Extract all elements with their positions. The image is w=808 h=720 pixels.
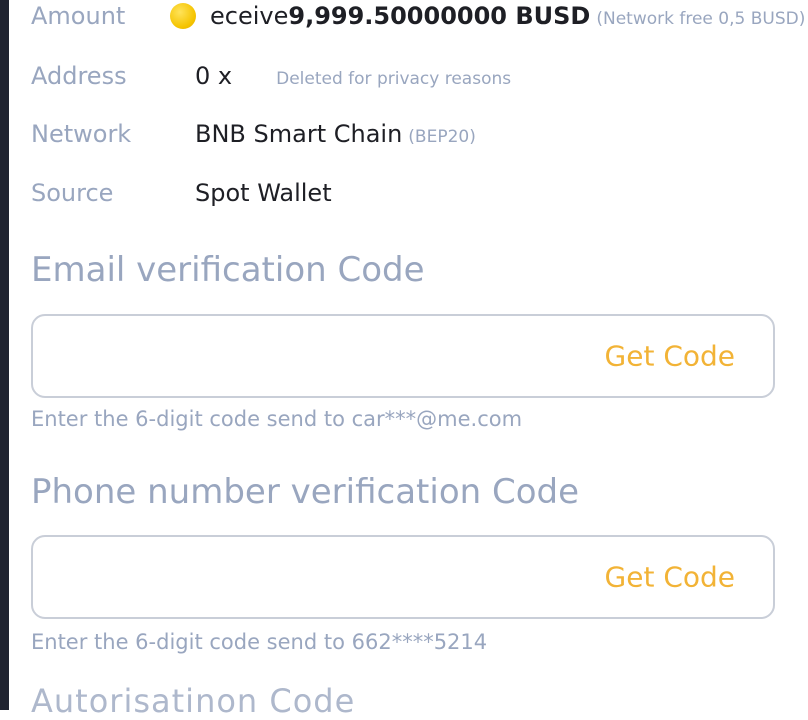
amount-label: Amount [31, 2, 126, 30]
coin-icon [170, 3, 196, 29]
address-label: Address [31, 62, 127, 90]
network-standard: (BEP20) [408, 127, 476, 147]
left-edge-bar [0, 0, 9, 710]
amount-network-fee: (Network free 0,5 BUSD) [596, 9, 806, 29]
address-privacy-note: Deleted for privacy reasons [276, 69, 512, 89]
network-text: BNB Smart Chain [195, 120, 403, 148]
amount-prefix: eceive [210, 2, 289, 30]
address-text: 0 x [195, 62, 233, 90]
address-value: 0 x Deleted for privacy reasons [195, 62, 511, 90]
email-code-input[interactable]: Get Code [31, 314, 775, 398]
source-label: Source [31, 179, 114, 207]
amount-bold: 9,999.50000000 BUSD [288, 2, 591, 30]
phone-code-hint: Enter the 6-digit code send to 662****52… [31, 630, 488, 654]
phone-get-code-button[interactable]: Get Code [605, 561, 735, 594]
email-code-hint: Enter the 6-digit code send to car***@me… [31, 407, 523, 431]
network-value: BNB Smart Chain (BEP20) [195, 120, 476, 148]
phone-verification-title: Phone number verification Code [31, 472, 580, 512]
phone-code-input[interactable]: Get Code [31, 535, 775, 619]
email-get-code-button[interactable]: Get Code [605, 340, 735, 373]
authorisation-code-title: Autorisatinon Code [31, 682, 356, 720]
email-verification-title: Email verification Code [31, 250, 425, 290]
amount-value: eceive 9,999.50000000 BUSD (Network free … [210, 2, 805, 30]
network-label: Network [31, 120, 132, 148]
source-value: Spot Wallet [195, 179, 332, 207]
